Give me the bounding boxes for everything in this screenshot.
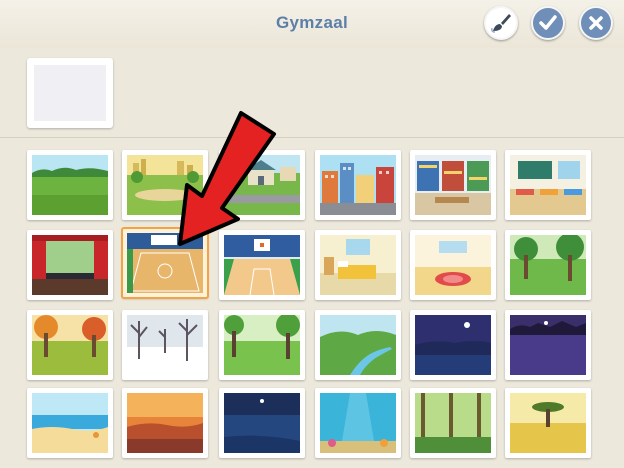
background-tile-night-field[interactable] [505, 310, 591, 380]
close-icon [589, 16, 603, 30]
background-tile-desert-sunset[interactable] [122, 388, 208, 458]
underwater-thumbnail [320, 393, 396, 453]
check-icon [539, 15, 557, 30]
empty-background-thumbnail [34, 65, 106, 121]
jungle-thumbnail [415, 393, 491, 453]
winter-forest-thumbnail [127, 315, 203, 375]
selected-background-preview[interactable] [27, 58, 113, 128]
background-tile-river-valley[interactable] [315, 310, 401, 380]
autumn-forest-thumbnail [32, 315, 108, 375]
background-tile-night-lake[interactable] [410, 310, 496, 380]
background-tile-basketball-court[interactable] [219, 230, 305, 300]
background-tile-autumn-forest[interactable] [27, 310, 113, 380]
background-tile-suburb-houses[interactable] [219, 150, 305, 220]
confirm-button[interactable] [531, 6, 565, 40]
paintbrush-icon [491, 14, 511, 33]
savanna-thumbnail [510, 393, 586, 453]
background-tile-jungle[interactable] [410, 388, 496, 458]
background-tile-spring-forest[interactable] [219, 310, 305, 380]
background-tile-bedroom[interactable] [315, 230, 401, 300]
header-bar: Gymzaal [0, 0, 624, 48]
forest-thumbnail [510, 235, 586, 295]
spring-forest-thumbnail [224, 315, 300, 375]
background-tile-beach[interactable] [27, 388, 113, 458]
background-tile-classroom[interactable] [505, 150, 591, 220]
selected-background-area [0, 48, 624, 136]
suburb-houses-thumbnail [224, 155, 300, 215]
divider [0, 137, 624, 138]
background-tile-gym[interactable] [121, 227, 209, 299]
empty-room-thumbnail [415, 235, 491, 295]
library-thumbnail [415, 155, 491, 215]
night-lake-thumbnail [415, 315, 491, 375]
background-tile-underwater[interactable] [315, 388, 401, 458]
background-tile-theater-stage[interactable] [27, 230, 113, 300]
background-tile-winter-forest[interactable] [122, 310, 208, 380]
theater-stage-thumbnail [32, 235, 108, 295]
meadow-thumbnail [32, 155, 108, 215]
background-tile-night-ocean[interactable] [219, 388, 305, 458]
background-tile-forest[interactable] [505, 230, 591, 300]
gym-thumbnail [127, 233, 203, 293]
night-ocean-thumbnail [224, 393, 300, 453]
close-button[interactable] [579, 6, 613, 40]
paint-button[interactable] [484, 6, 518, 40]
beach-thumbnail [32, 393, 108, 453]
basketball-court-thumbnail [224, 235, 300, 295]
classroom-thumbnail [510, 155, 586, 215]
background-tile-empty-room[interactable] [410, 230, 496, 300]
background-tile-meadow[interactable] [27, 150, 113, 220]
background-tile-savanna[interactable] [505, 388, 591, 458]
river-valley-thumbnail [320, 315, 396, 375]
desert-sunset-thumbnail [127, 393, 203, 453]
background-tile-city-street[interactable] [315, 150, 401, 220]
bedroom-thumbnail [320, 235, 396, 295]
city-street-thumbnail [320, 155, 396, 215]
night-field-thumbnail [510, 315, 586, 375]
background-tile-city-park[interactable] [122, 150, 208, 220]
background-tile-library[interactable] [410, 150, 496, 220]
city-park-thumbnail [127, 155, 203, 215]
